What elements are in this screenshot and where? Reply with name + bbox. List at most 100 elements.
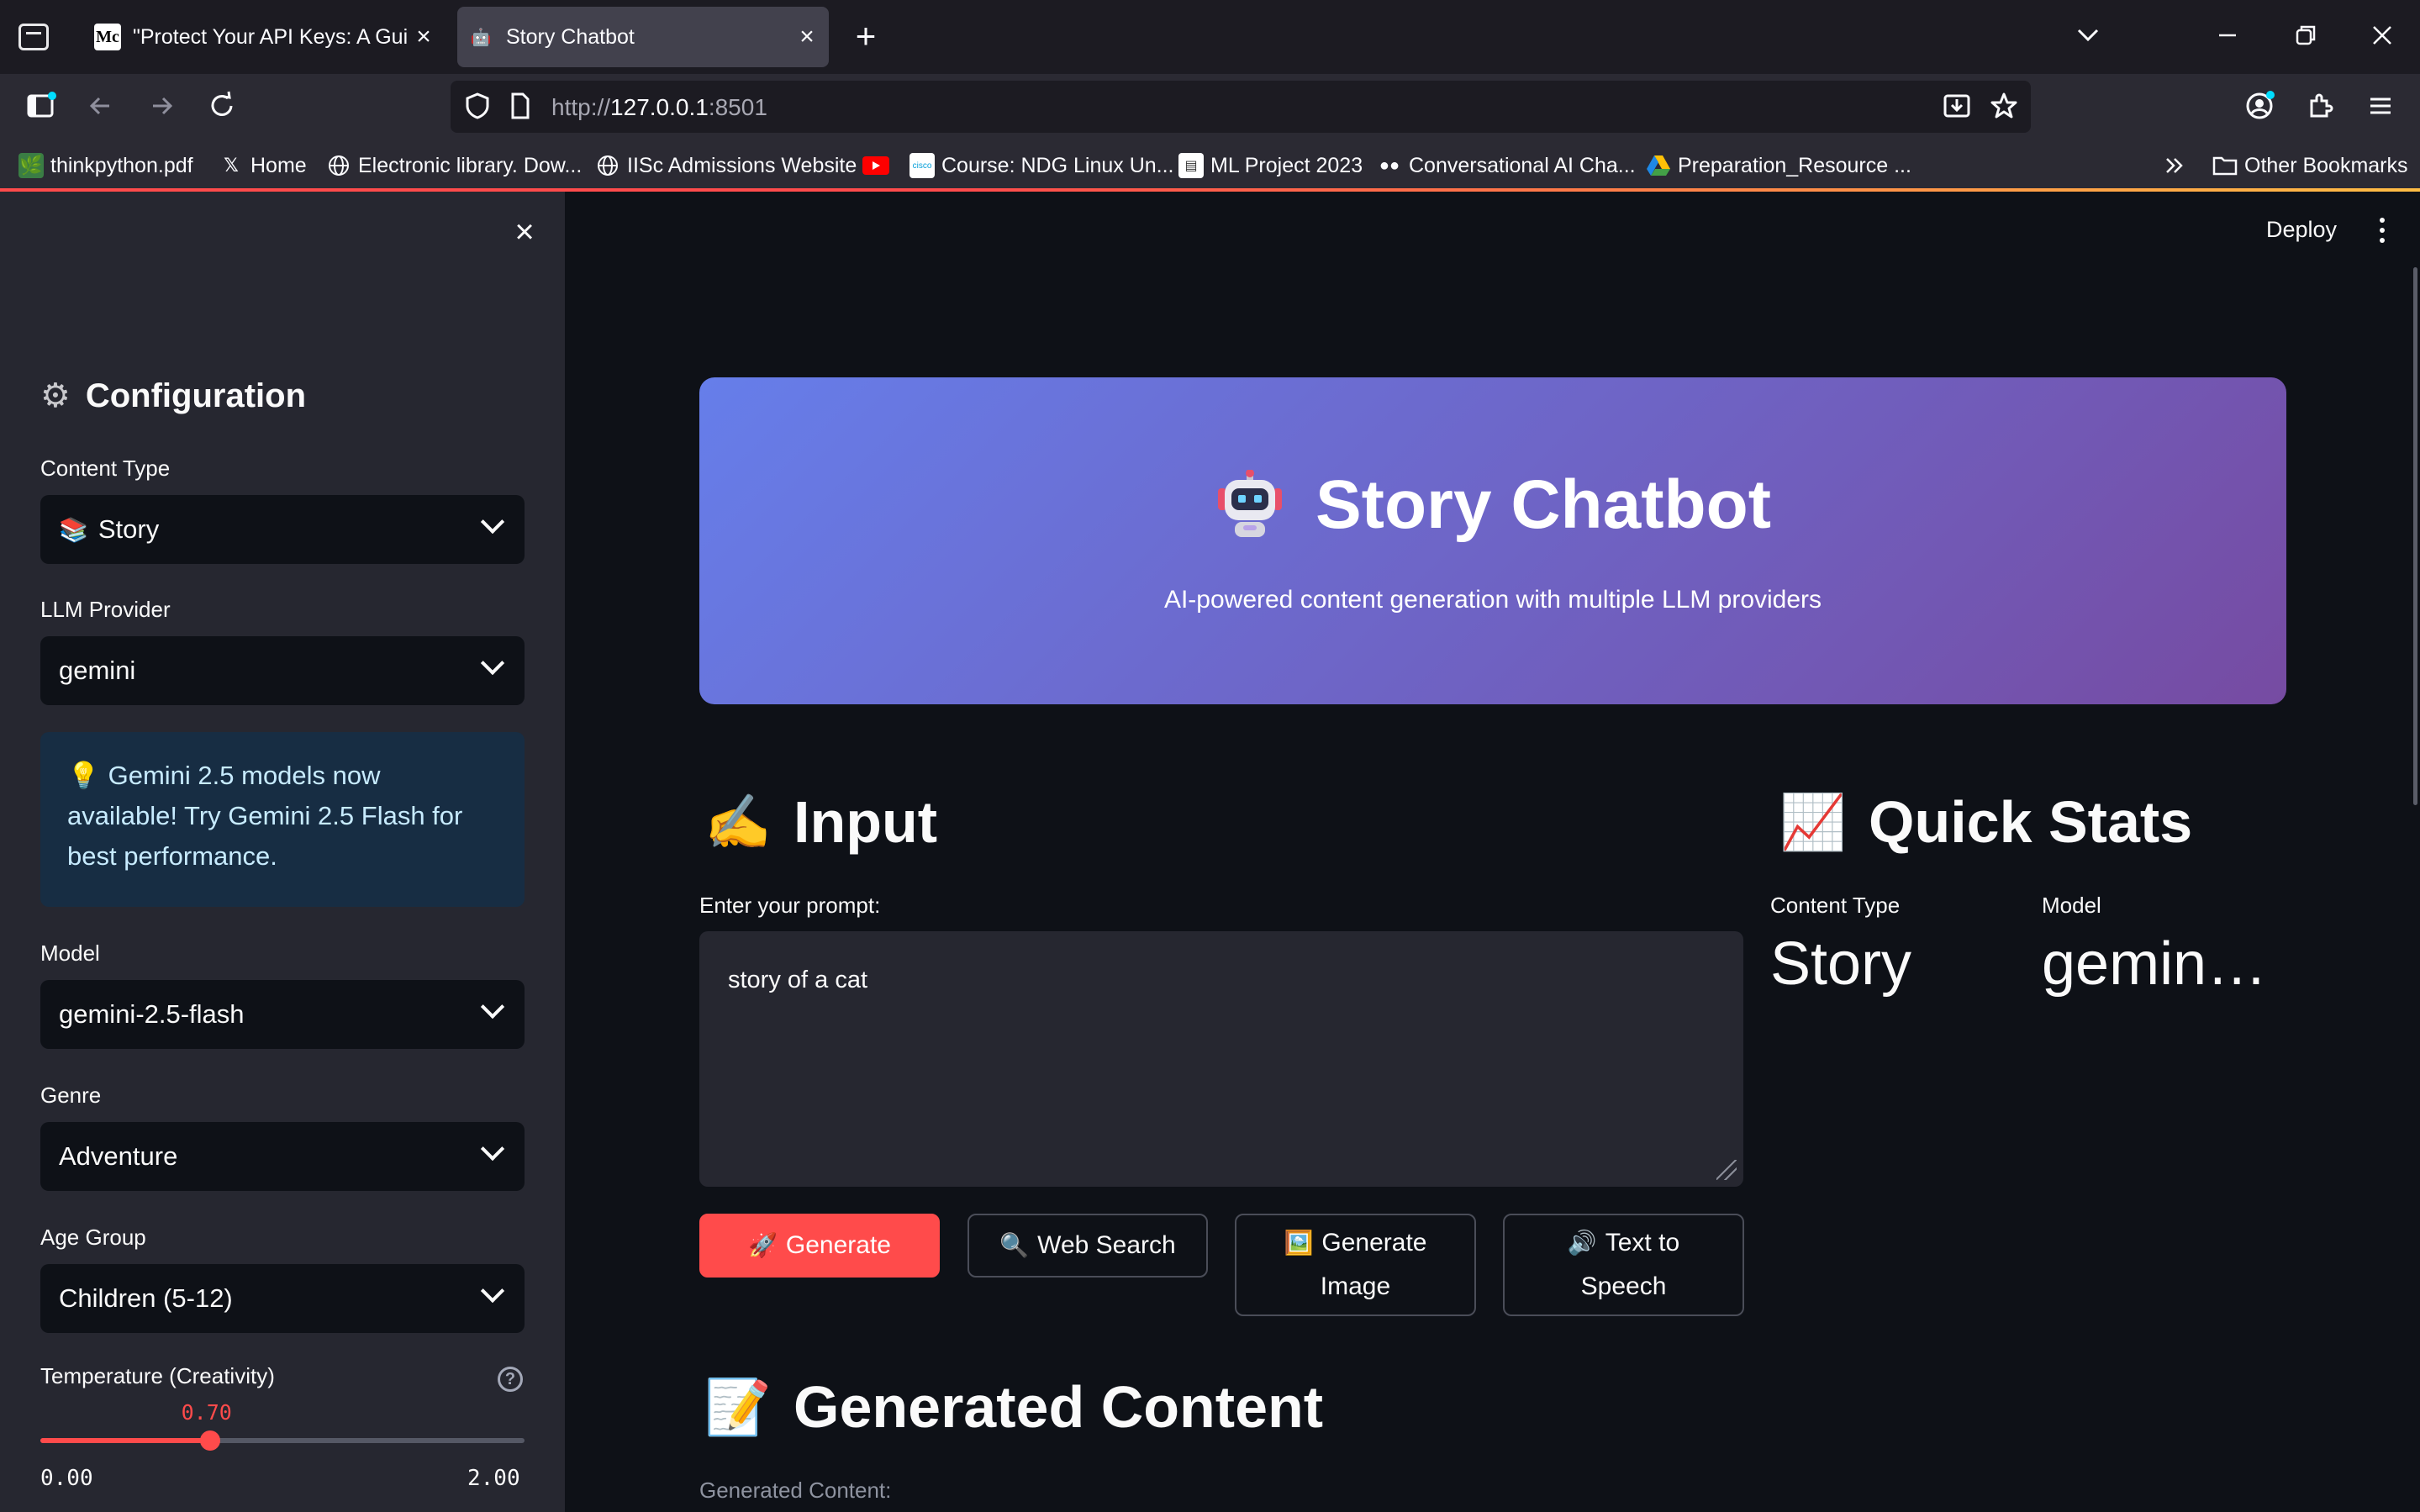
chart-increasing-icon: 📈 [1779,791,1847,852]
books-icon: 📚 [59,516,88,543]
bookmark-item[interactable]: 🌿 thinkpython.pdf [18,151,193,180]
forward-icon[interactable] [143,89,180,126]
hero-subtitle: AI-powered content generation with multi… [1163,586,1822,614]
bookmark-item[interactable]: ●● Conversational AI Cha... [1377,151,1636,180]
speaker-icon: 🔊 [1567,1230,1597,1256]
generate-image-button[interactable]: 🖼️ Generate Image [1235,1214,1476,1316]
metric-content-type-value: Story [1770,930,1912,998]
close-sidebar-icon[interactable]: × [508,215,541,249]
chevron-down-icon [480,651,505,676]
genre-label: Genre [40,1083,102,1108]
new-tab-icon[interactable]: + [849,18,883,54]
input-heading: ✍️ Input [704,789,938,855]
metric-model-label: Model [2042,893,2101,918]
other-bookmarks[interactable]: Other Bookmarks [2212,151,2408,180]
bookmark-item[interactable] [862,151,896,180]
more-options-icon[interactable] [2375,215,2389,245]
chevron-down-icon [480,1136,505,1162]
lightbulb-icon: 💡 [67,761,100,790]
generated-content-heading: 📝 Generated Content [704,1374,1324,1440]
deploy-button[interactable]: Deploy [2266,217,2337,243]
bookmark-item[interactable]: 𝕏 Home [219,151,307,180]
tab-title: "Protect Your API Keys: A Guide [133,24,409,49]
browser-nav-bar: http://127.0.0.1:8501 [0,74,2420,141]
gear-icon: ⚙ [40,377,71,414]
restore-icon[interactable] [2286,18,2323,55]
tab-list-icon[interactable] [18,24,49,50]
content-type-select[interactable]: 📚 Story [40,495,525,564]
temperature-slider-thumb[interactable] [199,1430,220,1451]
content-type-label: Content Type [40,456,171,481]
bookmark-item[interactable]: Preparation_Resource ... [1646,151,1911,180]
page-icon[interactable] [501,89,538,126]
bookmarks-overflow-icon[interactable] [2162,151,2187,180]
save-page-icon[interactable] [1938,89,1975,126]
robot-icon [1215,469,1285,540]
temperature-slider-fill [40,1438,210,1443]
sidebar: × ⚙ Configuration Content Type 📚 Story L… [0,192,565,1512]
web-search-button[interactable]: 🔍 Web Search [967,1214,1208,1278]
hero-title: Story Chatbot [699,466,2286,545]
close-tab-icon[interactable]: × [792,22,822,52]
tab-title: Story Chatbot [506,24,635,49]
generate-button[interactable]: 🚀 Generate [699,1214,940,1278]
reload-icon[interactable] [203,89,240,126]
x-icon: 𝕏 [224,155,239,176]
metric-content-type-label: Content Type [1770,893,1901,918]
quick-stats-heading: 📈 Quick Stats [1779,789,2193,855]
info-alert: 💡 Gemini 2.5 models now available! Try Ge… [40,732,525,907]
prompt-label: Enter your prompt: [699,893,881,918]
folder-icon [2212,153,2238,178]
generated-content-label: Generated Content: [699,1478,892,1503]
sidebar-heading: ⚙ Configuration [40,377,307,415]
chevron-down-icon [480,1278,505,1304]
temperature-label: Temperature (Creativity) [40,1363,275,1388]
memo-icon: 📝 [704,1376,772,1437]
temperature-slider-track[interactable] [40,1438,525,1443]
scrollbar[interactable] [2413,267,2417,805]
prompt-textarea[interactable]: story of a cat [699,931,1743,1187]
chevron-down-icon [480,509,505,535]
menu-icon[interactable] [2362,89,2399,126]
llm-provider-label: LLM Provider [40,597,171,622]
close-window-icon[interactable] [2364,18,2401,55]
model-select[interactable]: gemini-2.5-flash [40,980,525,1049]
bookmark-item[interactable]: cisco Course: NDG Linux Un... [909,151,1174,180]
shield-icon[interactable] [459,89,496,126]
medium-favicon-icon: Mс [94,24,121,50]
project-icon: ▤ [1178,153,1204,178]
text-to-speech-button[interactable]: 🔊 Text to Speech [1503,1214,1744,1316]
hero-banner: Story Chatbot AI-powered content generat… [699,377,2286,704]
bookmark-item[interactable]: ▤ ML Project 2023 [1178,151,1363,180]
bookmark-item[interactable]: IISc Admissions Website [595,151,857,180]
tab-story-chatbot[interactable]: 🤖 Story Chatbot × [457,7,829,67]
robot-favicon-icon: 🤖 [470,28,492,47]
close-tab-icon[interactable]: × [409,22,439,52]
medium-icon: ●● [1379,155,1400,175]
help-icon[interactable]: ? [498,1367,523,1392]
model-label: Model [40,940,100,966]
bookmarks-bar: 🌿 thinkpython.pdf 𝕏 Home Electronic librar… [0,141,2420,188]
bookmark-star-icon[interactable] [1985,89,2022,126]
chevron-down-icon[interactable] [2069,18,2106,55]
resize-grip-icon[interactable] [1716,1160,1737,1180]
drive-icon [1646,153,1671,178]
bookmark-item[interactable]: Electronic library. Dow... [326,151,582,180]
chevron-down-icon [480,994,505,1019]
account-icon[interactable] [2241,89,2278,126]
info-text: Gemini 2.5 models now available! Try Gem… [67,761,463,871]
writing-hand-icon: ✍️ [704,791,772,852]
temperature-value: 0.70 [181,1400,232,1425]
url-bar[interactable]: http://127.0.0.1:8501 [451,81,2031,133]
sidebar-toggle-icon[interactable] [22,89,59,126]
genre-select[interactable]: Adventure [40,1122,525,1191]
rocket-icon: 🚀 [748,1232,778,1258]
llm-provider-select[interactable]: gemini [40,636,525,705]
back-icon[interactable] [82,89,119,126]
tab-api-keys-article[interactable]: Mс "Protect Your API Keys: A Guide × [84,7,446,67]
extensions-icon[interactable] [2301,89,2338,126]
url-text[interactable]: http://127.0.0.1:8501 [551,94,767,121]
minimize-icon[interactable] [2209,18,2246,55]
age-group-select[interactable]: Children (5-12) [40,1264,525,1333]
temperature-min: 0.00 [40,1466,93,1491]
